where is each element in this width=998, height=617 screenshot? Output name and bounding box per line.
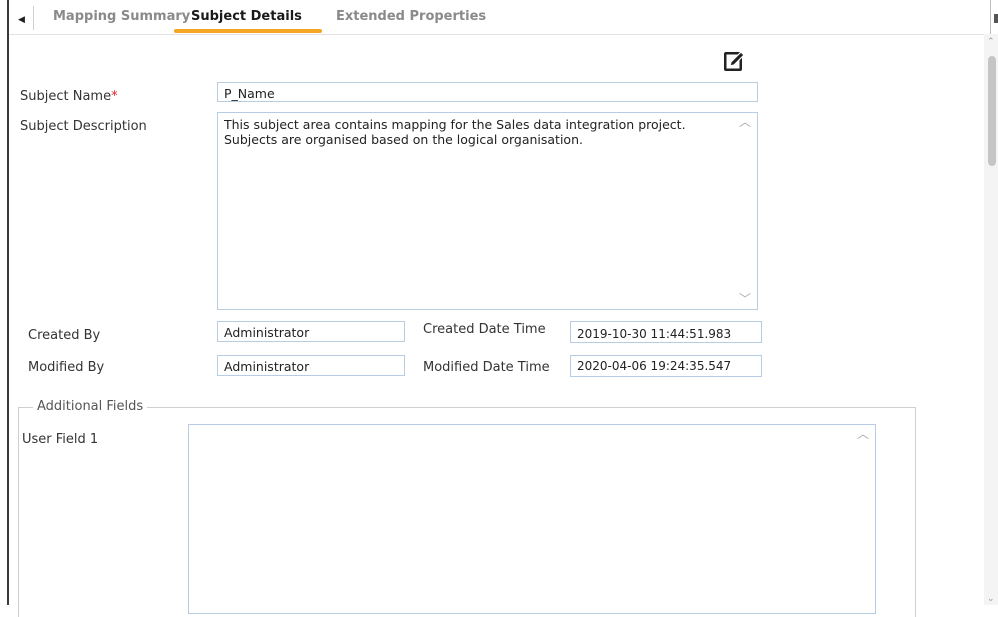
tab-mapping-summary[interactable]: Mapping Summary bbox=[53, 9, 190, 24]
subject-description-text: This subject area contains mapping for t… bbox=[224, 117, 686, 147]
chevron-down-icon[interactable]: ﹀ bbox=[739, 292, 751, 307]
vertical-scrollbar[interactable]: ⌃ ⌄ bbox=[984, 34, 998, 605]
subject-name-input[interactable]: P_Name bbox=[217, 82, 758, 102]
subject-description-label: Subject Description bbox=[20, 119, 147, 134]
modified-date-time-field[interactable]: 2020-04-06 19:24:35.547 bbox=[570, 355, 762, 377]
edit-icon[interactable] bbox=[722, 48, 748, 74]
tab-scroll-left-icon[interactable]: ◀ bbox=[18, 11, 32, 29]
right-pane-stub bbox=[994, 14, 998, 23]
tab-extended-properties[interactable]: Extended Properties bbox=[336, 9, 486, 24]
modified-by-field[interactable]: Administrator bbox=[217, 355, 405, 376]
scroll-up-icon[interactable]: ⌃ bbox=[987, 37, 995, 47]
scrollbar-thumb[interactable] bbox=[988, 56, 996, 166]
tab-subject-details[interactable]: Subject Details bbox=[191, 9, 302, 24]
created-date-time-field[interactable]: 2019-10-30 11:44:51.983 bbox=[570, 321, 762, 343]
created-date-time-label: Created Date Time bbox=[423, 322, 546, 337]
scroll-down-icon[interactable]: ⌄ bbox=[987, 594, 995, 604]
tab-bar: ◀ Mapping Summary Subject Details Extend… bbox=[9, 0, 989, 35]
subject-description-textarea[interactable]: This subject area contains mapping for t… bbox=[217, 112, 758, 310]
tab-separator bbox=[33, 6, 34, 30]
user-field-1-label: User Field 1 bbox=[22, 432, 99, 447]
subject-name-label: Subject Name* bbox=[20, 89, 118, 104]
chevron-up-icon[interactable]: ︿ bbox=[739, 115, 751, 130]
modified-date-time-label: Modified Date Time bbox=[423, 360, 550, 375]
additional-fields-legend: Additional Fields bbox=[33, 399, 148, 414]
created-by-field[interactable]: Administrator bbox=[217, 321, 405, 342]
active-tab-indicator bbox=[174, 29, 322, 33]
required-marker: * bbox=[111, 89, 118, 104]
user-field-1-textarea[interactable]: ︿ bbox=[188, 424, 876, 614]
modified-by-label: Modified By bbox=[28, 360, 105, 375]
chevron-up-icon[interactable]: ︿ bbox=[857, 427, 869, 442]
created-by-label: Created By bbox=[28, 328, 101, 343]
